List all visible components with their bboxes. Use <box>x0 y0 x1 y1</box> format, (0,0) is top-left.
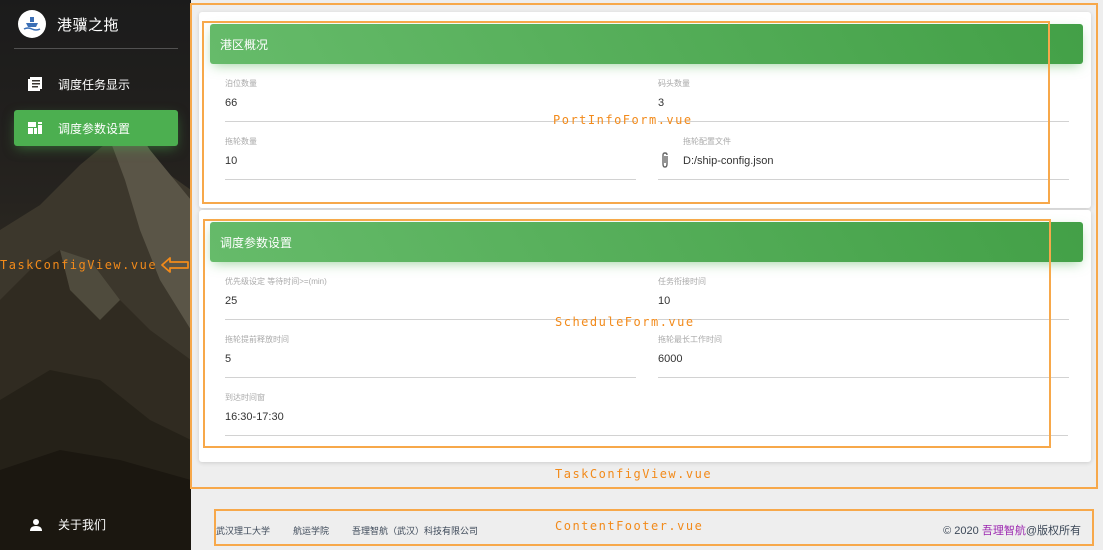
sidebar-item-label: 调度参数设置 <box>58 121 131 136</box>
ship-logo-icon <box>18 10 46 38</box>
tug-count-field[interactable]: 拖轮数量 10 <box>225 136 636 180</box>
dashboard-icon <box>26 119 44 137</box>
field-value[interactable]: 25 <box>225 295 237 307</box>
list-icon <box>26 75 44 93</box>
port-info-card: 港区概况 泊位数量 66 码头数量 3 拖轮数量 10 拖轮配置文件 D:/sh… <box>199 12 1091 208</box>
copyright-suffix: @版权所有 <box>1025 525 1081 537</box>
copyright-brand-link[interactable]: 吾理智航 <box>982 525 1026 537</box>
port-info-card-header: 港区概况 <box>210 24 1083 64</box>
paperclip-icon[interactable] <box>660 152 670 173</box>
schedule-form-label: ScheduleForm.vue <box>555 315 695 329</box>
task-connect-time-field[interactable]: 任务衔接时间 10 <box>658 276 1069 320</box>
task-config-view-label: TaskConfigView.vue <box>555 467 713 481</box>
footer-link-company[interactable]: 吾理智航（武汉）科技有限公司 <box>352 524 478 537</box>
field-value[interactable]: 3 <box>658 97 664 109</box>
schedule-card: 调度参数设置 优先级设定 等待时间>=(min) 25 任务衔接时间 10 拖轮… <box>199 210 1091 462</box>
copyright: © 2020 吾理智航@版权所有 <box>943 522 1081 538</box>
tug-early-release-field[interactable]: 拖轮提前释放时间 5 <box>225 334 636 378</box>
about-link[interactable]: 关于我们 <box>30 516 106 533</box>
schedule-card-header: 调度参数设置 <box>210 222 1083 262</box>
field-label: 拖轮配置文件 <box>683 137 731 146</box>
field-value[interactable]: 16:30-17:30 <box>225 411 284 423</box>
arrow-left-icon <box>161 257 189 273</box>
sidebar-item-label: 调度任务显示 <box>58 77 131 92</box>
person-icon <box>30 518 42 531</box>
field-label: 泊位数量 <box>225 79 257 88</box>
port-info-form-label: PortInfoForm.vue <box>553 113 693 127</box>
tug-config-file-field[interactable]: 拖轮配置文件 D:/ship-config.json <box>658 136 1069 180</box>
footer-link-whut[interactable]: 武汉理工大学 <box>216 524 270 537</box>
field-value[interactable]: 66 <box>225 97 237 109</box>
priority-wait-field[interactable]: 优先级设定 等待时间>=(min) 25 <box>225 276 636 320</box>
sidebar-item-task-display[interactable]: 调度任务显示 <box>14 66 178 102</box>
field-label: 优先级设定 等待时间>=(min) <box>225 277 327 286</box>
field-value[interactable]: 10 <box>658 295 670 307</box>
field-label: 码头数量 <box>658 79 690 88</box>
field-label: 拖轮提前释放时间 <box>225 335 289 344</box>
field-value[interactable]: 6000 <box>658 353 682 365</box>
field-value[interactable]: 10 <box>225 155 237 167</box>
field-label: 拖轮数量 <box>225 137 257 146</box>
copyright-prefix: © 2020 <box>943 525 982 537</box>
task-config-view-side-label: TaskConfigView.vue <box>0 258 158 272</box>
brand-divider <box>14 48 178 49</box>
field-label: 拖轮最长工作时间 <box>658 335 722 344</box>
content-footer-label: ContentFooter.vue <box>555 519 704 533</box>
sidebar-item-schedule-settings[interactable]: 调度参数设置 <box>14 110 178 146</box>
field-value[interactable]: 5 <box>225 353 231 365</box>
field-value[interactable]: D:/ship-config.json <box>683 155 774 167</box>
footer-link-shipping-college[interactable]: 航运学院 <box>293 524 329 537</box>
field-label: 任务衔接时间 <box>658 277 706 286</box>
field-label: 到达时间窗 <box>225 393 265 402</box>
about-label: 关于我们 <box>58 518 107 532</box>
tug-max-work-time-field[interactable]: 拖轮最长工作时间 6000 <box>658 334 1069 378</box>
wharf-count-field[interactable]: 码头数量 3 <box>658 78 1069 122</box>
sidebar: 港骥之拖 调度任务显示 调度参数设置 关于我们 <box>0 0 191 550</box>
brand[interactable]: 港骥之拖 <box>0 0 191 48</box>
brand-title: 港骥之拖 <box>57 16 120 34</box>
arrival-window-field[interactable]: 到达时间窗 16:30-17:30 <box>225 392 1068 436</box>
